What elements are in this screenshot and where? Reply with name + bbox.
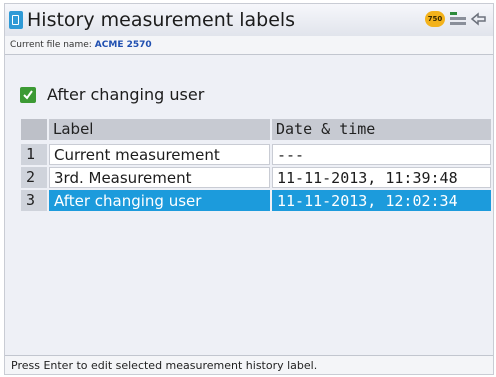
row-label[interactable]: After changing user <box>49 190 270 211</box>
status-grid-icon <box>450 12 466 26</box>
row-index: 2 <box>21 167 47 188</box>
filter-checkbox[interactable] <box>20 87 36 103</box>
filter-checkbox-label: After changing user <box>47 85 205 104</box>
header-index-cell <box>21 119 47 140</box>
table-row[interactable]: 1 Current measurement --- <box>21 144 491 165</box>
checkmark-icon <box>23 90 33 100</box>
file-name-value: ACME 2570 <box>94 40 152 50</box>
table-row[interactable]: 2 3rd. Measurement 11-11-2013, 11:39:48 <box>21 167 491 188</box>
status-hint-bar: Press Enter to edit selected measurement… <box>5 355 493 374</box>
app-icon <box>9 11 23 29</box>
row-label[interactable]: Current measurement <box>49 144 270 165</box>
file-name-label: Current file name: <box>10 40 92 50</box>
row-datetime: 11-11-2013, 11:39:48 <box>272 167 491 188</box>
row-datetime: --- <box>272 144 491 165</box>
back-arrow-icon[interactable] <box>470 11 487 27</box>
title-bar: History measurement labels 750 <box>5 4 493 36</box>
battery-badge-icon: 750 <box>425 11 445 27</box>
table-header-row: Label Date & time <box>21 119 491 140</box>
row-index: 1 <box>21 144 47 165</box>
row-label[interactable]: 3rd. Measurement <box>49 167 270 188</box>
current-file-bar: Current file name: ACME 2570 <box>5 36 493 55</box>
row-datetime: 11-11-2013, 12:02:34 <box>272 190 491 211</box>
table-row-selected[interactable]: 3 After changing user 11-11-2013, 12:02:… <box>21 190 491 211</box>
hint-text: Press Enter to edit selected measurement… <box>11 359 318 372</box>
row-index: 3 <box>21 190 47 211</box>
column-header-datetime: Date & time <box>272 119 491 140</box>
window-title: History measurement labels <box>27 9 296 31</box>
column-header-label: Label <box>49 119 270 140</box>
device-screen: History measurement labels 750 Current f… <box>4 3 494 375</box>
